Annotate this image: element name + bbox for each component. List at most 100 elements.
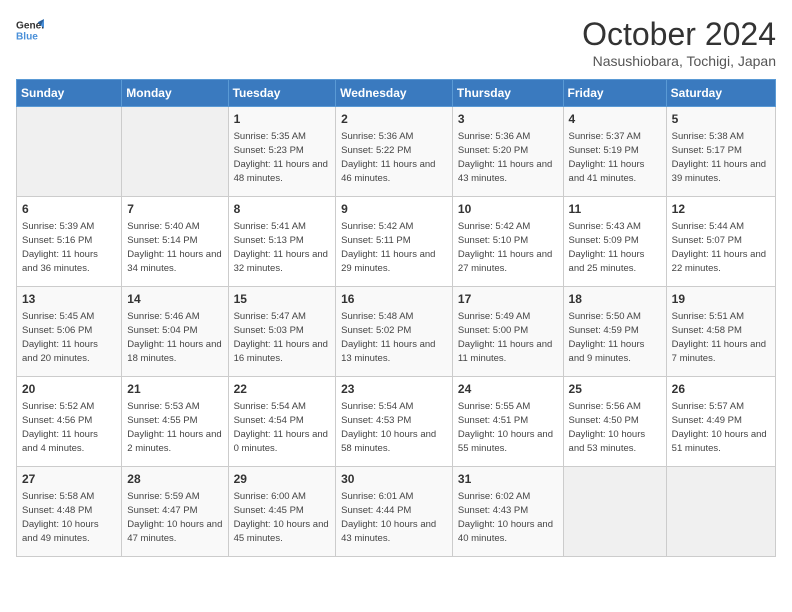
- day-number: 1: [234, 111, 331, 128]
- calendar-cell: [122, 107, 228, 197]
- cell-info: Sunrise: 5:35 AMSunset: 5:23 PMDaylight:…: [234, 131, 328, 184]
- cell-info: Sunrise: 5:58 AMSunset: 4:48 PMDaylight:…: [22, 491, 99, 544]
- day-number: 23: [341, 381, 447, 398]
- cell-info: Sunrise: 5:49 AMSunset: 5:00 PMDaylight:…: [458, 311, 552, 364]
- calendar-cell: 26 Sunrise: 5:57 AMSunset: 4:49 PMDaylig…: [666, 377, 775, 467]
- location: Nasushiobara, Tochigi, Japan: [582, 53, 776, 69]
- calendar-cell: [17, 107, 122, 197]
- calendar-cell: 19 Sunrise: 5:51 AMSunset: 4:58 PMDaylig…: [666, 287, 775, 377]
- cell-info: Sunrise: 5:59 AMSunset: 4:47 PMDaylight:…: [127, 491, 222, 544]
- calendar-week-row: 20 Sunrise: 5:52 AMSunset: 4:56 PMDaylig…: [17, 377, 776, 467]
- calendar-cell: 9 Sunrise: 5:42 AMSunset: 5:11 PMDayligh…: [336, 197, 453, 287]
- logo: General Blue: [16, 16, 44, 44]
- svg-text:Blue: Blue: [16, 31, 38, 42]
- calendar-cell: 29 Sunrise: 6:00 AMSunset: 4:45 PMDaylig…: [228, 467, 336, 557]
- calendar-cell: 14 Sunrise: 5:46 AMSunset: 5:04 PMDaylig…: [122, 287, 228, 377]
- month-title: October 2024: [582, 16, 776, 53]
- day-number: 11: [569, 201, 661, 218]
- day-number: 2: [341, 111, 447, 128]
- day-number: 29: [234, 471, 331, 488]
- day-number: 9: [341, 201, 447, 218]
- day-number: 15: [234, 291, 331, 308]
- day-number: 21: [127, 381, 222, 398]
- calendar-cell: 21 Sunrise: 5:53 AMSunset: 4:55 PMDaylig…: [122, 377, 228, 467]
- calendar-cell: 27 Sunrise: 5:58 AMSunset: 4:48 PMDaylig…: [17, 467, 122, 557]
- calendar-week-row: 13 Sunrise: 5:45 AMSunset: 5:06 PMDaylig…: [17, 287, 776, 377]
- calendar-cell: 24 Sunrise: 5:55 AMSunset: 4:51 PMDaylig…: [452, 377, 563, 467]
- calendar-cell: 22 Sunrise: 5:54 AMSunset: 4:54 PMDaylig…: [228, 377, 336, 467]
- weekday-header-row: SundayMondayTuesdayWednesdayThursdayFrid…: [17, 80, 776, 107]
- cell-info: Sunrise: 5:56 AMSunset: 4:50 PMDaylight:…: [569, 401, 646, 454]
- day-number: 17: [458, 291, 558, 308]
- calendar-cell: 10 Sunrise: 5:42 AMSunset: 5:10 PMDaylig…: [452, 197, 563, 287]
- weekday-header-sunday: Sunday: [17, 80, 122, 107]
- calendar-cell: 2 Sunrise: 5:36 AMSunset: 5:22 PMDayligh…: [336, 107, 453, 197]
- day-number: 12: [672, 201, 770, 218]
- weekday-header-saturday: Saturday: [666, 80, 775, 107]
- calendar-cell: 13 Sunrise: 5:45 AMSunset: 5:06 PMDaylig…: [17, 287, 122, 377]
- day-number: 24: [458, 381, 558, 398]
- cell-info: Sunrise: 5:36 AMSunset: 5:22 PMDaylight:…: [341, 131, 435, 184]
- calendar-cell: [666, 467, 775, 557]
- day-number: 31: [458, 471, 558, 488]
- cell-info: Sunrise: 5:55 AMSunset: 4:51 PMDaylight:…: [458, 401, 553, 454]
- weekday-header-monday: Monday: [122, 80, 228, 107]
- calendar-week-row: 6 Sunrise: 5:39 AMSunset: 5:16 PMDayligh…: [17, 197, 776, 287]
- cell-info: Sunrise: 5:42 AMSunset: 5:11 PMDaylight:…: [341, 221, 435, 274]
- cell-info: Sunrise: 5:48 AMSunset: 5:02 PMDaylight:…: [341, 311, 435, 364]
- day-number: 8: [234, 201, 331, 218]
- cell-info: Sunrise: 6:02 AMSunset: 4:43 PMDaylight:…: [458, 491, 553, 544]
- day-number: 27: [22, 471, 116, 488]
- calendar-cell: 17 Sunrise: 5:49 AMSunset: 5:00 PMDaylig…: [452, 287, 563, 377]
- calendar-cell: 5 Sunrise: 5:38 AMSunset: 5:17 PMDayligh…: [666, 107, 775, 197]
- calendar-cell: 7 Sunrise: 5:40 AMSunset: 5:14 PMDayligh…: [122, 197, 228, 287]
- cell-info: Sunrise: 5:43 AMSunset: 5:09 PMDaylight:…: [569, 221, 645, 274]
- cell-info: Sunrise: 5:44 AMSunset: 5:07 PMDaylight:…: [672, 221, 766, 274]
- day-number: 7: [127, 201, 222, 218]
- weekday-header-friday: Friday: [563, 80, 666, 107]
- calendar-cell: 8 Sunrise: 5:41 AMSunset: 5:13 PMDayligh…: [228, 197, 336, 287]
- day-number: 18: [569, 291, 661, 308]
- day-number: 20: [22, 381, 116, 398]
- cell-info: Sunrise: 5:54 AMSunset: 4:53 PMDaylight:…: [341, 401, 436, 454]
- weekday-header-thursday: Thursday: [452, 80, 563, 107]
- cell-info: Sunrise: 5:36 AMSunset: 5:20 PMDaylight:…: [458, 131, 552, 184]
- cell-info: Sunrise: 5:38 AMSunset: 5:17 PMDaylight:…: [672, 131, 766, 184]
- cell-info: Sunrise: 5:37 AMSunset: 5:19 PMDaylight:…: [569, 131, 645, 184]
- cell-info: Sunrise: 5:47 AMSunset: 5:03 PMDaylight:…: [234, 311, 328, 364]
- cell-info: Sunrise: 6:01 AMSunset: 4:44 PMDaylight:…: [341, 491, 436, 544]
- calendar-cell: [563, 467, 666, 557]
- cell-info: Sunrise: 5:50 AMSunset: 4:59 PMDaylight:…: [569, 311, 645, 364]
- cell-info: Sunrise: 5:39 AMSunset: 5:16 PMDaylight:…: [22, 221, 98, 274]
- calendar-cell: 28 Sunrise: 5:59 AMSunset: 4:47 PMDaylig…: [122, 467, 228, 557]
- day-number: 10: [458, 201, 558, 218]
- day-number: 5: [672, 111, 770, 128]
- day-number: 26: [672, 381, 770, 398]
- calendar-cell: 25 Sunrise: 5:56 AMSunset: 4:50 PMDaylig…: [563, 377, 666, 467]
- day-number: 14: [127, 291, 222, 308]
- cell-info: Sunrise: 5:45 AMSunset: 5:06 PMDaylight:…: [22, 311, 98, 364]
- calendar-cell: 12 Sunrise: 5:44 AMSunset: 5:07 PMDaylig…: [666, 197, 775, 287]
- title-block: October 2024 Nasushiobara, Tochigi, Japa…: [582, 16, 776, 69]
- day-number: 19: [672, 291, 770, 308]
- cell-info: Sunrise: 5:41 AMSunset: 5:13 PMDaylight:…: [234, 221, 328, 274]
- day-number: 28: [127, 471, 222, 488]
- cell-info: Sunrise: 5:52 AMSunset: 4:56 PMDaylight:…: [22, 401, 98, 454]
- logo-icon: General Blue: [16, 16, 44, 44]
- weekday-header-tuesday: Tuesday: [228, 80, 336, 107]
- calendar-week-row: 27 Sunrise: 5:58 AMSunset: 4:48 PMDaylig…: [17, 467, 776, 557]
- calendar-table: SundayMondayTuesdayWednesdayThursdayFrid…: [16, 79, 776, 557]
- calendar-cell: 1 Sunrise: 5:35 AMSunset: 5:23 PMDayligh…: [228, 107, 336, 197]
- cell-info: Sunrise: 5:42 AMSunset: 5:10 PMDaylight:…: [458, 221, 552, 274]
- calendar-cell: 30 Sunrise: 6:01 AMSunset: 4:44 PMDaylig…: [336, 467, 453, 557]
- day-number: 30: [341, 471, 447, 488]
- day-number: 25: [569, 381, 661, 398]
- cell-info: Sunrise: 5:54 AMSunset: 4:54 PMDaylight:…: [234, 401, 328, 454]
- calendar-cell: 15 Sunrise: 5:47 AMSunset: 5:03 PMDaylig…: [228, 287, 336, 377]
- calendar-cell: 31 Sunrise: 6:02 AMSunset: 4:43 PMDaylig…: [452, 467, 563, 557]
- day-number: 22: [234, 381, 331, 398]
- cell-info: Sunrise: 5:51 AMSunset: 4:58 PMDaylight:…: [672, 311, 766, 364]
- weekday-header-wednesday: Wednesday: [336, 80, 453, 107]
- day-number: 3: [458, 111, 558, 128]
- cell-info: Sunrise: 5:40 AMSunset: 5:14 PMDaylight:…: [127, 221, 221, 274]
